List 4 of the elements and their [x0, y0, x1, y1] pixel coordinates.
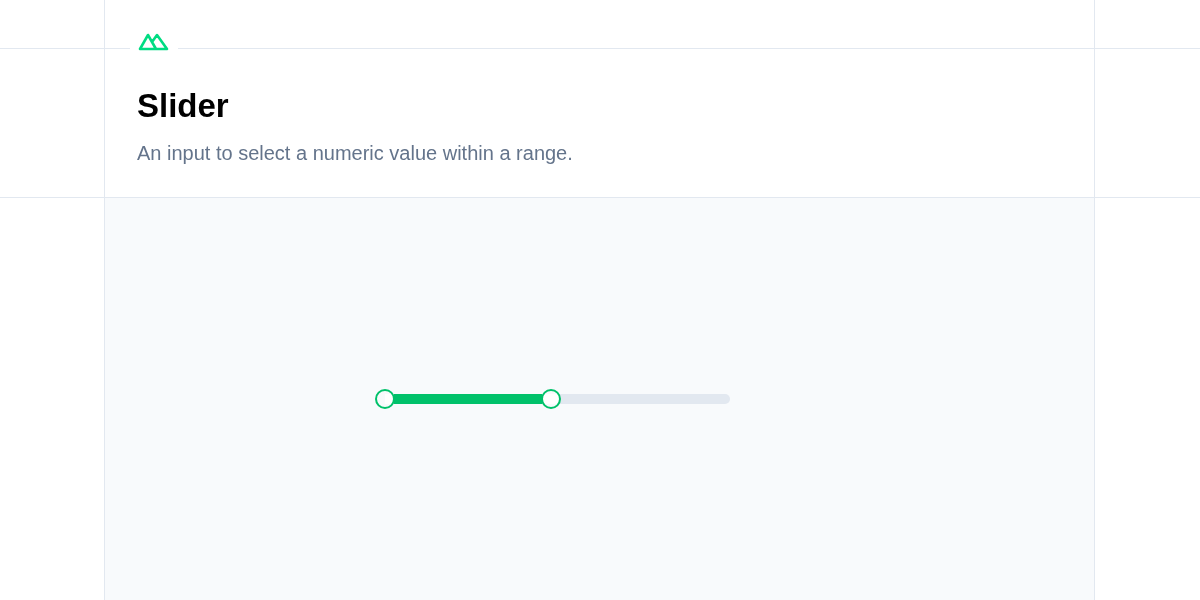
page-title: Slider [137, 86, 230, 126]
slider-thumb[interactable] [375, 389, 395, 409]
slider-thumb[interactable] [540, 389, 561, 409]
page-description: An input to select a numeric value within a range. [137, 141, 573, 166]
